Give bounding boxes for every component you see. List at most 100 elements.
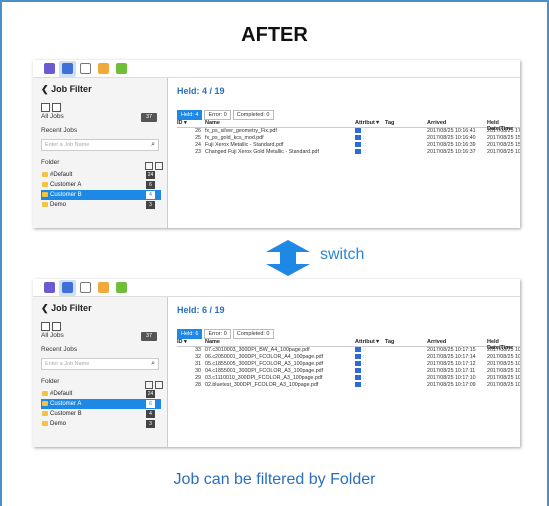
folder-settings-icon[interactable] xyxy=(155,162,163,170)
attribute-icon xyxy=(355,354,361,359)
col-id[interactable]: ID ▾ xyxy=(177,120,187,126)
folder-item[interactable]: Customer A 6 xyxy=(41,180,161,190)
toolbar-icon-3[interactable] xyxy=(80,282,91,293)
toolbar-icon-5[interactable] xyxy=(116,282,127,293)
search-placeholder: Enter a Job Name xyxy=(45,142,90,148)
table-row[interactable]: 31 05.c1855005_300DPI_FCOLOR_A3_100page.p… xyxy=(177,361,520,368)
toolbar-icon-1[interactable] xyxy=(44,282,55,293)
col-name[interactable]: Name xyxy=(205,120,220,126)
folder-item[interactable]: Customer A 6 xyxy=(41,399,161,409)
job-id: 29 xyxy=(195,375,201,381)
arrived-time: 2017/08/25 10:16:37 xyxy=(427,149,476,155)
held-time: 2017/08/25 10:17:12 xyxy=(487,368,520,374)
table-row[interactable]: 33 07.c3010003_300DPI_BW_A4_100page.pdf ∷ 2… xyxy=(177,347,520,354)
col-attribute[interactable]: Attribut▼ xyxy=(355,339,380,345)
folder-item[interactable]: Demo 3 xyxy=(41,200,161,210)
job-id: 33 xyxy=(195,347,201,353)
search-icon[interactable]: ⌕ xyxy=(151,359,155,369)
filter-icon[interactable] xyxy=(145,381,153,389)
back-chevron-icon[interactable]: ❮ xyxy=(41,303,49,313)
all-jobs-count: 37 xyxy=(141,113,157,122)
folder-icon xyxy=(42,192,48,197)
folder-count: 4 xyxy=(146,410,155,418)
table-row[interactable]: 24 Fuji Xerox Metallic - Standard.pdf ∷ 201… xyxy=(177,142,520,149)
table-body: 33 07.c3010003_300DPI_BW_A4_100page.pdf ∷ 2… xyxy=(177,347,520,389)
table-row[interactable]: 28 02.bluetest_300DPI_FCOLOR_A3_100page.p… xyxy=(177,382,520,389)
attribute-dots-icon: ∷ xyxy=(363,149,367,155)
table-header: ID ▾ Name Attribut▼ Tag Arrived Held Dat… xyxy=(177,118,520,132)
toolbar-icon-5[interactable] xyxy=(116,63,127,74)
all-jobs-label[interactable]: All Jobs xyxy=(41,332,64,339)
back-chevron-icon[interactable]: ❮ xyxy=(41,84,49,94)
held-time: 2017/08/25 15:23:56 xyxy=(487,142,520,148)
folder-count: 4 xyxy=(146,191,155,199)
job-name: Changed Fuji Xerox Gold Metallic - Stand… xyxy=(205,149,319,155)
folder-icon xyxy=(42,202,48,207)
search-placeholder: Enter a Job Name xyxy=(45,361,90,367)
arrived-time: 2017/08/25 10:16:39 xyxy=(427,142,476,148)
before-screenshot: ❮ Job Filter All Jobs 37 Recent Jobs Ent… xyxy=(33,279,520,447)
folder-list: #Default 24 Customer A 6 Customer B 4 Demo 3 xyxy=(41,170,161,210)
job-name: 03.c1110010_300DPI_FCOLOR_A3_100page.pdf xyxy=(205,375,323,381)
col-tag[interactable]: Tag xyxy=(385,120,394,126)
held-time: 2017/08/25 10:17:10 xyxy=(487,382,520,388)
refresh-icon[interactable] xyxy=(52,322,61,331)
folder-name: Customer A xyxy=(50,182,82,188)
filter-icon[interactable] xyxy=(145,162,153,170)
all-jobs-label[interactable]: All Jobs xyxy=(41,113,64,120)
toolbar-icon-4[interactable] xyxy=(98,282,109,293)
list-icon[interactable] xyxy=(41,103,50,112)
sidebar-header[interactable]: ❮ Job Filter xyxy=(41,84,92,95)
table-row[interactable]: 29 03.c1110010_300DPI_FCOLOR_A3_100page.p… xyxy=(177,375,520,382)
job-name: 06.c2050001_300DPI_FCOLOR_A4_100page.pdf xyxy=(205,354,324,360)
col-id[interactable]: ID ▾ xyxy=(177,339,187,345)
col-name[interactable]: Name xyxy=(205,339,220,345)
toolbar-icon-4[interactable] xyxy=(98,63,109,74)
folder-item[interactable]: Customer B 4 xyxy=(41,409,161,419)
table-row[interactable]: 32 06.c2050001_300DPI_FCOLOR_A4_100page.p… xyxy=(177,354,520,361)
sidebar-header[interactable]: ❮ Job Filter xyxy=(41,303,92,314)
folder-item[interactable]: #Default 24 xyxy=(41,389,161,399)
table-row[interactable]: 26 fx_ps_silver_geometry_Fix.pdf ∷ 2017/08/… xyxy=(177,128,520,135)
folder-name: Demo xyxy=(50,421,67,427)
job-id: 23 xyxy=(195,149,201,155)
job-search-input[interactable]: Enter a Job Name ⌕ xyxy=(41,358,159,370)
folder-settings-icon[interactable] xyxy=(155,381,163,389)
attribute-icon xyxy=(355,368,361,373)
col-tag[interactable]: Tag xyxy=(385,339,394,345)
attribute-icon xyxy=(355,142,361,147)
attribute-dots-icon: ∷ xyxy=(363,354,367,360)
col-arrived[interactable]: Arrived xyxy=(427,120,446,126)
arrived-time: 2017/08/25 10:17:14 xyxy=(427,354,476,360)
toolbar-icon-2[interactable] xyxy=(62,63,73,74)
toolbar-icon-3[interactable] xyxy=(80,63,91,74)
toolbar-icon-1[interactable] xyxy=(44,63,55,74)
refresh-icon[interactable] xyxy=(52,103,61,112)
folder-item[interactable]: Customer B 4 xyxy=(41,190,161,200)
held-time: 2017/08/25 10:17:14 xyxy=(487,361,520,367)
search-icon[interactable]: ⌕ xyxy=(151,140,155,150)
held-time: 2017/08/25 17:20:24 xyxy=(487,128,520,134)
folder-count: 24 xyxy=(146,171,155,179)
job-search-input[interactable]: Enter a Job Name ⌕ xyxy=(41,139,159,151)
toolbar-icon-2[interactable] xyxy=(62,282,73,293)
attribute-dots-icon: ∷ xyxy=(363,135,367,141)
col-arrived[interactable]: Arrived xyxy=(427,339,446,345)
table-row[interactable]: 30 04.c1855001_300DPI_FCOLOR_A3_100page.p… xyxy=(177,368,520,375)
table-row[interactable]: 25 fx_ps_gold_kcs_mod.pdf ∷ 2017/08/25 10:1… xyxy=(177,135,520,142)
job-name: Fuji Xerox Metallic - Standard.pdf xyxy=(205,142,284,148)
toolbar xyxy=(33,60,520,78)
job-table: ID ▾ Name Attribut▼ Tag Arrived Held Dat… xyxy=(177,118,520,156)
col-attribute[interactable]: Attribut▼ xyxy=(355,120,380,126)
folder-item[interactable]: #Default 24 xyxy=(41,170,161,180)
folder-count: 3 xyxy=(146,201,155,209)
folder-list: #Default 24 Customer A 6 Customer B 4 Demo 3 xyxy=(41,389,161,429)
attribute-icon xyxy=(355,128,361,133)
list-icon[interactable] xyxy=(41,322,50,331)
job-name: 02.bluetest_300DPI_FCOLOR_A3_100page.pdf xyxy=(205,382,319,388)
arrived-time: 2017/08/25 10:17:15 xyxy=(427,347,476,353)
job-id: 24 xyxy=(195,142,201,148)
job-filter-sidebar: ❮ Job Filter All Jobs 37 Recent Jobs Ent… xyxy=(33,297,168,447)
folder-item[interactable]: Demo 3 xyxy=(41,419,161,429)
table-row[interactable]: 23 Changed Fuji Xerox Gold Metallic - Sta… xyxy=(177,149,520,156)
